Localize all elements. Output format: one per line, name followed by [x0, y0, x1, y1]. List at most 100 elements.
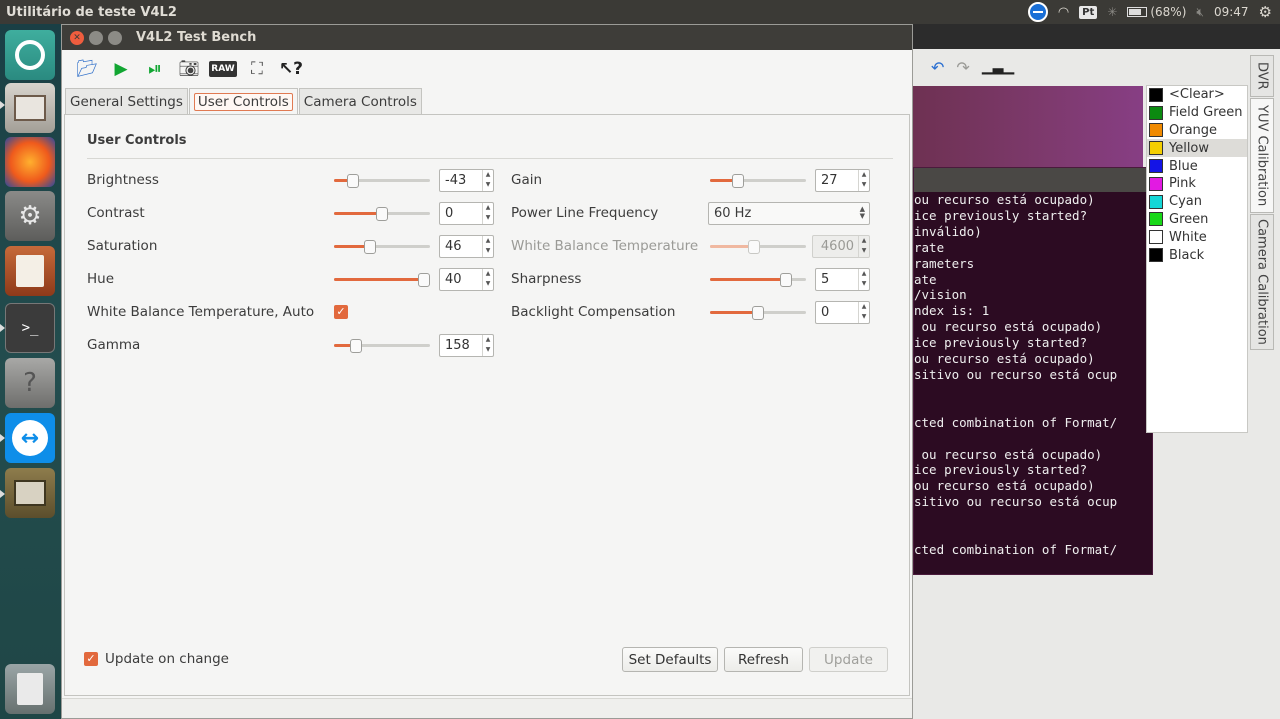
- undo-icon[interactable]: ↶: [931, 58, 944, 77]
- gain-slider[interactable]: [710, 174, 806, 188]
- raw-capture-icon[interactable]: RAW: [209, 57, 237, 81]
- system-settings-icon[interactable]: ⚙: [5, 191, 55, 241]
- keyboard-layout-indicator[interactable]: Pt: [1079, 5, 1098, 19]
- color-name: Pink: [1169, 176, 1196, 192]
- color-list: <Clear> Field Green Orange Yellow Blue Pink Cy…: [1146, 85, 1248, 433]
- play-step-icon[interactable]: ⏯︎: [142, 57, 168, 81]
- spin-arrows-icon[interactable]: ▲ ▼: [858, 269, 869, 290]
- wifi-icon[interactable]: ◠: [1058, 5, 1069, 20]
- wb-temperature-spinbox: 4600 ▲ ▼: [812, 235, 870, 258]
- spin-arrows-icon[interactable]: ▲ ▼: [482, 203, 493, 224]
- battery-indicator[interactable]: (68%): [1127, 5, 1186, 19]
- spin-arrows-icon[interactable]: ▲ ▼: [482, 335, 493, 356]
- maximize-icon[interactable]: [108, 30, 122, 45]
- trash-icon[interactable]: [5, 664, 55, 714]
- terminal-icon[interactable]: >_: [5, 303, 55, 353]
- redo-icon[interactable]: ↷: [956, 58, 969, 77]
- color-swatch: [1149, 176, 1163, 191]
- brightness-label: Brightness: [87, 172, 159, 188]
- update-on-change-checkbox[interactable]: ✓: [84, 652, 98, 666]
- backlight-compensation-spinbox[interactable]: 0 ▲ ▼: [815, 301, 870, 324]
- minimize-icon[interactable]: [89, 30, 103, 45]
- tab-camera-controls[interactable]: Camera Controls: [298, 88, 422, 114]
- close-icon[interactable]: ✕: [70, 30, 84, 45]
- bluetooth-icon[interactable]: ✳: [1107, 5, 1117, 19]
- tab-general-settings[interactable]: General Settings: [65, 88, 188, 114]
- contrast-label: Contrast: [87, 205, 145, 221]
- wb-auto-label: White Balance Temperature, Auto: [87, 304, 315, 320]
- tab-dvr[interactable]: DVR: [1250, 55, 1274, 97]
- gamma-spinbox[interactable]: 158 ▲ ▼: [439, 334, 494, 357]
- window-app-icon[interactable]: [5, 468, 55, 518]
- contrast-slider[interactable]: [334, 207, 430, 221]
- set-defaults-button[interactable]: Set Defaults: [622, 647, 718, 672]
- brightness-spinbox[interactable]: -43 ▲ ▼: [439, 169, 494, 192]
- spin-arrows-icon[interactable]: ▲ ▼: [482, 170, 493, 191]
- sharpness-slider[interactable]: [710, 273, 806, 287]
- color-name: Field Green: [1169, 105, 1243, 121]
- tab-yuv-calibration[interactable]: YUV Calibration: [1250, 98, 1274, 213]
- teamviewer-indicator-icon[interactable]: [1027, 2, 1048, 22]
- terminal-window[interactable]: ou recurso está ocupado) ice previously …: [913, 167, 1153, 575]
- color-list-item[interactable]: Blue: [1147, 157, 1247, 175]
- color-list-item[interactable]: Pink: [1147, 175, 1247, 193]
- refresh-button[interactable]: Refresh: [724, 647, 803, 672]
- spin-arrows-icon[interactable]: ▲ ▼: [482, 269, 493, 290]
- wb-auto-checkbox[interactable]: ✓: [334, 305, 348, 319]
- gain-label: Gain: [511, 172, 543, 188]
- color-list-item[interactable]: Green: [1147, 211, 1247, 229]
- color-name: <Clear>: [1169, 87, 1225, 103]
- wb-temperature-slider: [710, 240, 806, 254]
- contrast-spinbox[interactable]: 0 ▲ ▼: [439, 202, 494, 225]
- spin-arrows-icon[interactable]: ▲ ▼: [482, 236, 493, 257]
- brightness-slider[interactable]: [334, 174, 430, 188]
- whats-this-help-icon[interactable]: ↖?: [278, 57, 304, 81]
- impress-icon[interactable]: [5, 246, 55, 296]
- spin-arrows-icon[interactable]: ▲ ▼: [858, 170, 869, 191]
- backlight-compensation-slider[interactable]: [710, 306, 806, 320]
- fullscreen-icon[interactable]: ⛶: [244, 57, 270, 81]
- settings-gear-icon[interactable]: ⚙: [1259, 3, 1272, 21]
- color-list-item[interactable]: Cyan: [1147, 193, 1247, 211]
- tab-camera-calibration[interactable]: Camera Calibration: [1250, 214, 1274, 350]
- color-name: Black: [1169, 247, 1205, 263]
- open-folder-icon[interactable]: 📂︎: [74, 57, 100, 81]
- help-icon[interactable]: ?: [5, 358, 55, 408]
- update-on-change-label: Update on change: [105, 651, 229, 667]
- histogram-icon[interactable]: ▁▃▁: [982, 59, 1014, 75]
- sharpness-spinbox[interactable]: 5 ▲ ▼: [815, 268, 870, 291]
- saturation-spinbox[interactable]: 46 ▲ ▼: [439, 235, 494, 258]
- color-list-item[interactable]: White: [1147, 228, 1247, 246]
- spin-arrows-icon[interactable]: ▲ ▼: [858, 302, 869, 323]
- color-list-item[interactable]: <Clear>: [1147, 86, 1247, 104]
- update-button: Update: [809, 647, 888, 672]
- group-separator: [87, 158, 893, 159]
- spin-arrows-icon: ▲ ▼: [858, 236, 869, 257]
- hue-spinbox[interactable]: 40 ▲ ▼: [439, 268, 494, 291]
- color-list-item[interactable]: Orange: [1147, 122, 1247, 140]
- color-name: Green: [1169, 211, 1209, 227]
- play-icon[interactable]: ▶: [108, 57, 134, 81]
- files-icon[interactable]: [5, 83, 55, 133]
- teamviewer-icon[interactable]: ↔: [5, 413, 55, 463]
- color-list-item[interactable]: Black: [1147, 246, 1247, 264]
- camera-snapshot-icon[interactable]: 📷︎: [176, 57, 202, 81]
- launcher: ⚙ >_ ? ↔: [0, 24, 61, 719]
- color-list-item[interactable]: Yellow: [1147, 139, 1247, 158]
- battery-percent: (68%): [1150, 5, 1187, 19]
- color-list-item[interactable]: Field Green: [1147, 104, 1247, 122]
- ubuntu-dash-icon[interactable]: [5, 30, 55, 80]
- hue-slider[interactable]: [334, 273, 431, 287]
- group-title: User Controls: [87, 133, 187, 148]
- gain-spinbox[interactable]: 27 ▲ ▼: [815, 169, 870, 192]
- window-titlebar: ✕ V4L2 Test Bench: [62, 25, 912, 50]
- color-swatch: [1149, 105, 1163, 120]
- saturation-slider[interactable]: [334, 240, 430, 254]
- tab-user-controls[interactable]: User Controls: [188, 88, 298, 114]
- volume-muted-icon[interactable]: 🔇︎: [1196, 5, 1204, 20]
- gamma-slider[interactable]: [334, 339, 430, 353]
- power-line-frequency-select[interactable]: 60 Hz ▲ ▼: [708, 202, 870, 225]
- firefox-icon[interactable]: [5, 137, 55, 187]
- clock[interactable]: 09:47: [1214, 5, 1249, 19]
- color-name: Orange: [1169, 122, 1218, 138]
